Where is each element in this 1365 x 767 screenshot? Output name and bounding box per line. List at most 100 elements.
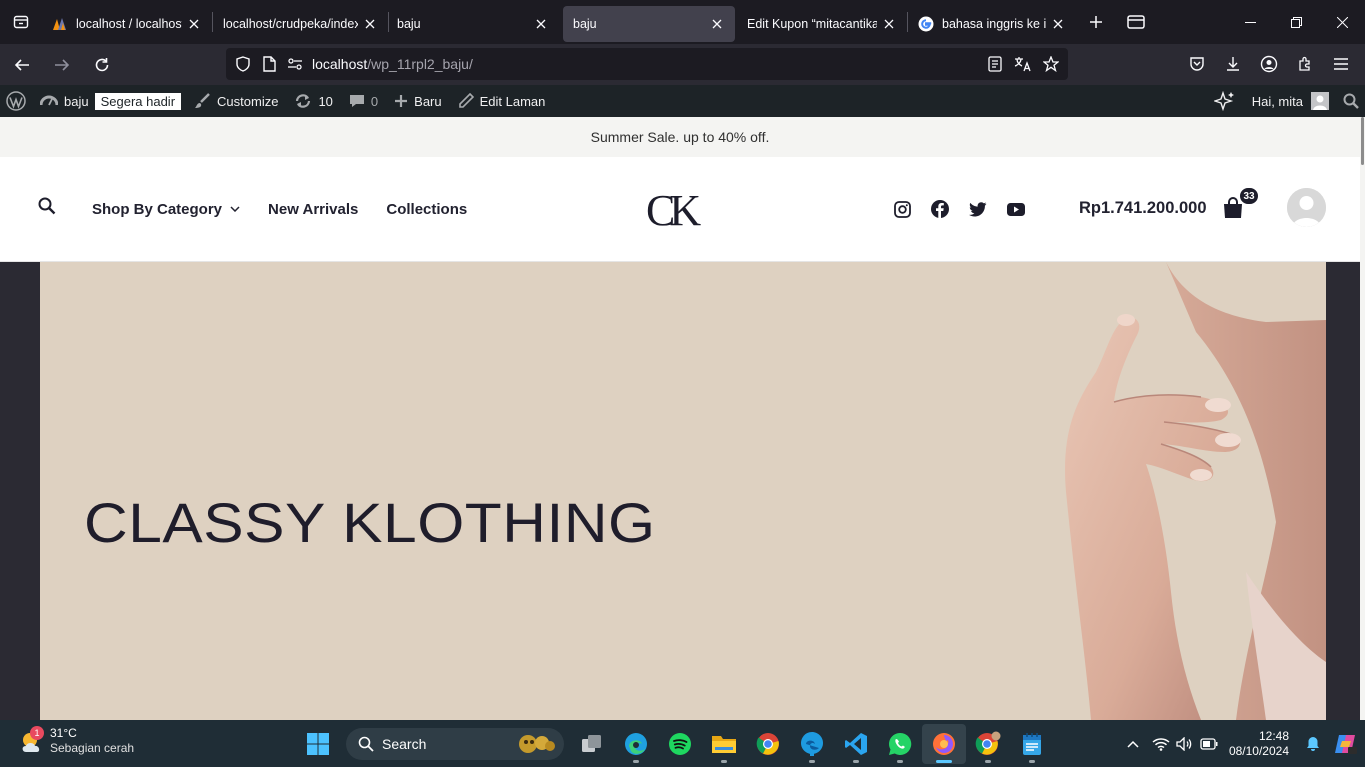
close-icon[interactable]: [533, 16, 549, 32]
browser-tab-strip: localhost / localhost / localhost/crudpe…: [0, 0, 1365, 44]
back-arrow-icon[interactable]: [4, 49, 40, 81]
minimize-icon[interactable]: [1227, 0, 1273, 44]
file-explorer-icon[interactable]: [702, 724, 746, 764]
tab-crudpeka[interactable]: localhost/crudpeka/index.p: [213, 6, 388, 42]
running-indicator: [721, 759, 727, 763]
hero-title: CLASSY KLOTHING: [84, 491, 656, 554]
translate-icon[interactable]: [1012, 56, 1034, 72]
page-icon[interactable]: [256, 56, 282, 72]
close-icon[interactable]: [362, 16, 378, 32]
permissions-icon[interactable]: [282, 57, 308, 71]
toolbar-right: [1179, 48, 1359, 80]
ai-sparkle-icon[interactable]: [1204, 85, 1246, 117]
notepad-icon[interactable]: [1010, 724, 1054, 764]
cart-count-badge: 33: [1239, 187, 1259, 205]
chrome-icon[interactable]: [746, 724, 790, 764]
forward-arrow-icon[interactable]: [44, 49, 80, 81]
tab-baju-active[interactable]: baju: [563, 6, 735, 42]
scrollbar-thumb[interactable]: [1361, 117, 1364, 165]
downloads-icon[interactable]: [1215, 56, 1251, 72]
task-view-icon[interactable]: [570, 724, 614, 764]
tab-google-translate[interactable]: bahasa inggris ke indon: [908, 6, 1076, 42]
tab-manager-icon[interactable]: [0, 0, 42, 44]
start-windows-icon[interactable]: [296, 724, 340, 764]
close-icon[interactable]: [881, 16, 897, 32]
weather-alert-badge: 1: [30, 726, 44, 740]
edit-page-label: Edit Laman: [479, 93, 546, 109]
chevron-up-icon[interactable]: [1117, 740, 1149, 748]
new-tab-button[interactable]: [1076, 0, 1116, 44]
page-scrollbar[interactable]: [1360, 117, 1365, 720]
taskbar-search[interactable]: Search: [346, 727, 564, 760]
extensions-icon[interactable]: [1287, 56, 1323, 72]
hamburger-menu-icon[interactable]: [1323, 57, 1359, 71]
edge-icon[interactable]: [614, 724, 658, 764]
plus-icon: [394, 94, 408, 108]
close-icon[interactable]: [709, 16, 725, 32]
wp-search-icon[interactable]: [1335, 85, 1365, 117]
running-indicator: [897, 759, 903, 763]
wp-edit-page[interactable]: Edit Laman: [450, 85, 554, 117]
shield-icon[interactable]: [230, 56, 256, 72]
wp-my-account[interactable]: Hai, mita: [1246, 85, 1335, 117]
vscode-icon[interactable]: [834, 724, 878, 764]
wp-customize[interactable]: Customize: [185, 85, 286, 117]
hero-model-image: [1065, 262, 1326, 720]
close-window-icon[interactable]: [1319, 0, 1365, 44]
wifi-icon[interactable]: [1149, 737, 1173, 751]
notification-bell-icon[interactable]: [1301, 736, 1325, 752]
taskbar-apps: Search: [296, 720, 1054, 767]
copilot-icon[interactable]: [1325, 733, 1365, 755]
nav-shop-by-category[interactable]: Shop By Category: [92, 201, 240, 218]
wp-comments[interactable]: 0: [341, 85, 386, 117]
pocket-icon[interactable]: [1179, 56, 1215, 72]
facebook-icon[interactable]: [931, 200, 949, 218]
firefox-icon[interactable]: [922, 723, 966, 764]
twitter-icon[interactable]: [969, 200, 987, 218]
coming-soon-badge[interactable]: Segera hadir: [94, 92, 182, 110]
wp-updates[interactable]: 10: [286, 85, 340, 117]
browser-navigation-bar: localhost/wp_11rpl2_baju/: [0, 44, 1365, 85]
tab-edit-kupon[interactable]: Edit Kupon “mitacantikaso: [735, 6, 907, 42]
windows-taskbar: 1 31°C Sebagian cerah Search 12:48 08/10…: [0, 720, 1365, 767]
youtube-icon[interactable]: [1007, 200, 1025, 218]
reload-icon[interactable]: [84, 49, 120, 81]
cart-total[interactable]: Rp1.741.200.000: [1079, 199, 1207, 218]
tab-title: Edit Kupon “mitacantikaso: [747, 17, 877, 31]
instagram-icon[interactable]: [893, 200, 911, 218]
search-icon[interactable]: [38, 197, 56, 220]
chevron-down-icon: [230, 204, 240, 215]
nav-collections[interactable]: Collections: [386, 201, 467, 218]
wp-site-name[interactable]: baju: [32, 85, 97, 117]
system-tray: 12:48 08/10/2024: [1117, 720, 1365, 767]
site-logo[interactable]: CK: [646, 185, 701, 236]
firefox-view-icon[interactable]: [1116, 0, 1156, 44]
volume-icon[interactable]: [1173, 736, 1197, 751]
url-path: /wp_11rpl2_baju/: [367, 56, 473, 72]
edge-beta-icon[interactable]: [790, 724, 834, 764]
weather-widget[interactable]: 1 31°C Sebagian cerah: [18, 726, 134, 756]
address-bar[interactable]: localhost/wp_11rpl2_baju/: [226, 48, 1068, 80]
tab-title: baju: [573, 17, 597, 31]
tab-baju[interactable]: baju: [389, 6, 559, 42]
reader-view-icon[interactable]: [984, 56, 1006, 72]
wp-new[interactable]: Baru: [386, 85, 449, 117]
chrome-profile-icon[interactable]: [966, 724, 1010, 764]
running-indicator: [853, 759, 859, 763]
nav-new-arrivals[interactable]: New Arrivals: [268, 201, 358, 218]
hero-banner: CLASSY KLOTHING: [40, 262, 1326, 720]
bookmark-star-icon[interactable]: [1040, 56, 1062, 72]
account-icon[interactable]: [1251, 55, 1287, 73]
wordpress-logo-icon[interactable]: [0, 85, 32, 117]
restore-icon[interactable]: [1273, 0, 1319, 44]
tab-phpmyadmin[interactable]: localhost / localhost /: [42, 6, 212, 42]
system-clock[interactable]: 12:48 08/10/2024: [1229, 729, 1289, 759]
close-icon[interactable]: [1050, 16, 1066, 32]
greeting-label: Hai, mita: [1251, 93, 1303, 109]
close-icon[interactable]: [186, 16, 202, 32]
account-avatar[interactable]: [1287, 188, 1326, 227]
whatsapp-icon[interactable]: [878, 724, 922, 764]
battery-icon[interactable]: [1197, 737, 1221, 750]
spotify-icon[interactable]: [658, 724, 702, 764]
running-indicator: [633, 759, 639, 763]
